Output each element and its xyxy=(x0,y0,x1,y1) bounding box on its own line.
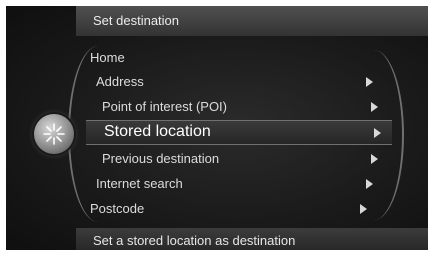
menu-item-internet-search[interactable]: Internet search xyxy=(96,173,378,195)
menu-item-label: Address xyxy=(96,74,144,89)
menu-item-label: Internet search xyxy=(96,176,183,191)
menu-item-label: Postcode xyxy=(90,201,145,216)
chevron-right-icon xyxy=(366,77,373,87)
chevron-right-icon xyxy=(360,204,367,214)
menu-item-address[interactable]: Address xyxy=(96,71,378,93)
menu-item-label: Home xyxy=(90,50,125,65)
menu-item-postcode[interactable]: Postcode xyxy=(90,198,380,220)
chevron-right-icon xyxy=(366,179,373,189)
chevron-right-icon xyxy=(371,102,378,112)
hint-text: Set a stored location as destination xyxy=(93,233,296,248)
menu-item-label: Stored location xyxy=(104,123,211,140)
chevron-right-icon xyxy=(374,128,381,138)
menu-item-label: Point of interest (POI) xyxy=(102,99,227,114)
menu-item-previous-destination[interactable]: Previous destination xyxy=(102,148,382,170)
chevron-right-icon xyxy=(371,154,378,164)
menu-item-home[interactable]: Home xyxy=(90,47,380,69)
menu-item-stored-location[interactable]: Stored location xyxy=(86,120,392,145)
destination-menu: Home Address Point of interest (POI) Sto… xyxy=(6,6,428,250)
navigation-screen: Set destination Home Address Point of in… xyxy=(6,6,428,250)
status-hint-bar: Set a stored location as destination xyxy=(76,228,428,250)
menu-item-poi[interactable]: Point of interest (POI) xyxy=(102,96,382,118)
menu-item-label: Previous destination xyxy=(102,151,220,166)
